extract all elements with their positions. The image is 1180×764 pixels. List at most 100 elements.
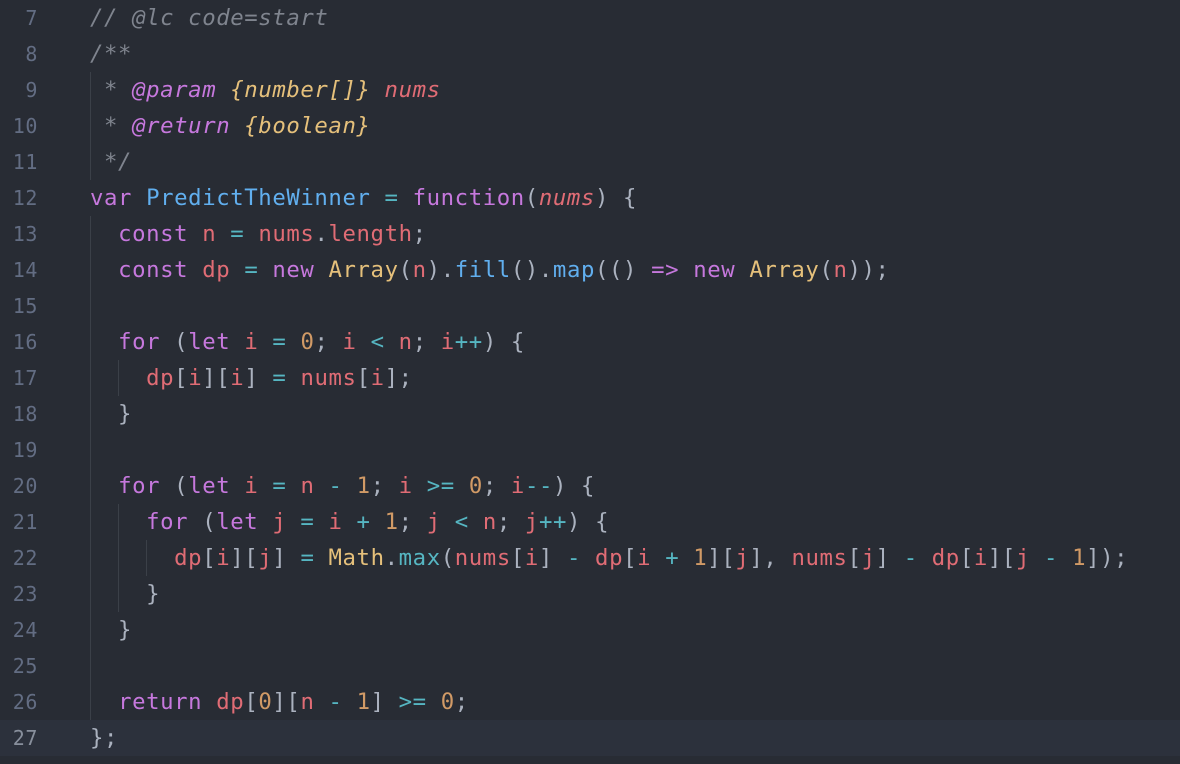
code-token: -	[328, 473, 343, 499]
code-line[interactable]: 16 for (let i = 0; i < n; i++) {	[0, 324, 1180, 360]
line-code: }	[90, 396, 132, 432]
indent-guide	[146, 540, 148, 576]
code-line[interactable]: 26 return dp[0][n - 1] >= 0;	[0, 684, 1180, 720]
code-token: (	[398, 257, 413, 283]
indent-guide	[90, 216, 91, 720]
code-token: new	[693, 257, 736, 283]
code-line[interactable]: 22 dp[i][j] = Math.max(nums[i] - dp[i + …	[0, 540, 1180, 576]
code-token: ;	[454, 689, 469, 715]
code-line[interactable]: 20 for (let i = n - 1; i >= 0; i--) {	[0, 468, 1180, 504]
code-token: *	[90, 77, 133, 103]
code-token: for	[118, 329, 161, 355]
code-token: i	[244, 473, 259, 499]
code-token: function	[412, 185, 525, 211]
code-line[interactable]: 27};	[0, 720, 1180, 756]
code-token: fill	[454, 257, 511, 283]
code-line[interactable]: 19	[0, 432, 1180, 468]
code-token: --	[524, 473, 553, 499]
line-number: 23	[12, 582, 38, 606]
code-token: .	[314, 221, 329, 247]
code-token: (	[160, 329, 189, 355]
code-token: [	[202, 545, 217, 571]
code-token: n	[398, 329, 413, 355]
code-line[interactable]: 10 * @return {boolean}	[0, 108, 1180, 144]
code-token: }	[90, 401, 133, 427]
line-code: for (let j = i + 1; j < n; j++) {	[90, 504, 609, 540]
line-number: 10	[12, 114, 38, 138]
code-token: nums	[538, 185, 595, 211]
code-line[interactable]: 21 for (let j = i + 1; j < n; j++) {	[0, 504, 1180, 540]
line-code: dp[i][j] = Math.max(nums[i] - dp[i + 1][…	[90, 540, 1128, 576]
code-token: ][	[230, 545, 259, 571]
code-token: j	[735, 545, 750, 571]
code-token: n	[202, 221, 217, 247]
code-token: i	[342, 329, 357, 355]
line-code: };	[90, 720, 118, 756]
code-token: ][	[707, 545, 736, 571]
code-token: -	[566, 545, 582, 571]
code-token: j	[272, 509, 287, 535]
code-line[interactable]: 14 const dp = new Array(n).fill().map(()…	[0, 252, 1180, 288]
code-token: ));	[847, 257, 890, 283]
code-line[interactable]: 9 * @param {number[]} nums	[0, 72, 1180, 108]
code-token: =>	[651, 257, 680, 283]
code-token: Math	[328, 545, 385, 571]
code-token: nums	[300, 365, 357, 391]
code-token: /**	[90, 41, 133, 67]
code-token: dp	[174, 545, 203, 571]
code-token: n	[300, 473, 315, 499]
code-token: ;	[370, 473, 399, 499]
code-line[interactable]: 24 }	[0, 612, 1180, 648]
line-code: const dp = new Array(n).fill().map(() =>…	[90, 252, 890, 288]
code-token: =	[272, 365, 287, 391]
code-line[interactable]: 13 const n = nums.length;	[0, 216, 1180, 252]
line-number: 27	[12, 726, 38, 750]
code-line[interactable]: 8 /**	[0, 36, 1180, 72]
code-line[interactable]: 25	[0, 648, 1180, 684]
code-line[interactable]: 12 var PredictTheWinner = function(nums) …	[0, 180, 1180, 216]
code-token: ],	[749, 545, 792, 571]
line-code: }	[90, 612, 132, 648]
line-code: dp[i][i] = nums[i];	[90, 360, 413, 396]
code-line[interactable]: 15	[0, 288, 1180, 324]
code-token: +	[356, 509, 371, 535]
code-token: (	[440, 545, 455, 571]
code-token: ++	[538, 509, 568, 535]
code-token: [	[959, 545, 974, 571]
code-token: map	[552, 257, 595, 283]
code-token: i	[370, 365, 385, 391]
code-line[interactable]: 7 // @lc code=start	[0, 0, 1180, 36]
line-number: 18	[12, 402, 38, 426]
code-token: dp	[595, 545, 624, 571]
code-line[interactable]: 17 dp[i][i] = nums[i];	[0, 360, 1180, 396]
line-number: 14	[12, 258, 38, 282]
code-token: ;	[398, 509, 427, 535]
code-token: var	[90, 185, 133, 211]
code-line[interactable]: 23 }	[0, 576, 1180, 612]
code-editor[interactable]: 7 // @lc code=start 8 /** 9 * @param {number…	[0, 0, 1180, 764]
code-token: >=	[426, 473, 455, 499]
code-token: ;	[314, 329, 343, 355]
code-line[interactable]: 18 }	[0, 396, 1180, 432]
code-token: i	[973, 545, 988, 571]
code-token: */	[90, 149, 133, 175]
code-line[interactable]: 11 */	[0, 144, 1180, 180]
code-token: ]	[272, 545, 301, 571]
